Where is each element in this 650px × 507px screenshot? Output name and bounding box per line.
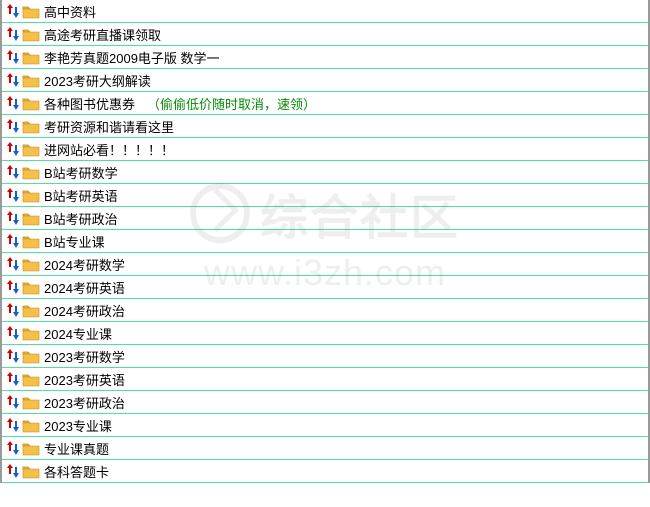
folder-icon <box>22 257 40 272</box>
folder-label: 李艳芳真题2009电子版 数学一 <box>44 48 220 67</box>
sort-arrows-icon[interactable] <box>6 187 20 203</box>
folder-label: 2023考研数学 <box>44 347 125 366</box>
sort-arrows-icon[interactable] <box>6 233 20 249</box>
sort-arrows-icon[interactable] <box>6 118 20 134</box>
folder-icon <box>22 395 40 410</box>
folder-row[interactable]: 高途考研直播课领取 <box>2 23 648 46</box>
folder-row[interactable]: 进网站必看！！！！！ <box>2 138 648 161</box>
folder-row[interactable]: B站考研英语 <box>2 184 648 207</box>
folder-icon <box>22 418 40 433</box>
sort-arrows-icon[interactable] <box>6 256 20 272</box>
folder-icon <box>22 372 40 387</box>
folder-label: 高途考研直播课领取 <box>44 25 161 44</box>
sort-arrows-icon[interactable] <box>6 95 20 111</box>
folder-label: 2024专业课 <box>44 324 112 343</box>
folder-label: 2024考研英语 <box>44 278 125 297</box>
folder-row[interactable]: B站专业课 <box>2 230 648 253</box>
folder-row[interactable]: 2023专业课 <box>2 414 648 437</box>
folder-row[interactable]: 2023考研英语 <box>2 368 648 391</box>
folder-row[interactable]: 各种图书优惠券 （偷偷低价随时取消，速领） <box>2 92 648 115</box>
folder-icon <box>22 464 40 479</box>
folder-row[interactable]: 考研资源和谐请看这里 <box>2 115 648 138</box>
folder-icon <box>22 119 40 134</box>
sort-arrows-icon[interactable] <box>6 440 20 456</box>
folder-row[interactable]: 2024考研英语 <box>2 276 648 299</box>
folder-list: 高中资料高途考研直播课领取李艳芳真题2009电子版 数学一2023考研大纲解读各… <box>0 0 650 483</box>
folder-label: 专业课真题 <box>44 439 109 458</box>
folder-icon <box>22 326 40 341</box>
sort-arrows-icon[interactable] <box>6 348 20 364</box>
folder-label: 2023考研政治 <box>44 393 125 412</box>
folder-label: 2023考研大纲解读 <box>44 71 151 90</box>
folder-row[interactable]: 2023考研数学 <box>2 345 648 368</box>
sort-arrows-icon[interactable] <box>6 3 20 19</box>
folder-label: B站考研政治 <box>44 209 118 228</box>
folder-label: 2024考研数学 <box>44 255 125 274</box>
folder-icon <box>22 441 40 456</box>
folder-icon <box>22 73 40 88</box>
folder-row[interactable]: B站考研政治 <box>2 207 648 230</box>
folder-label: 各科答题卡 <box>44 462 109 481</box>
folder-label: 考研资源和谐请看这里 <box>44 117 174 136</box>
folder-label: B站专业课 <box>44 232 105 251</box>
folder-label: 2023专业课 <box>44 416 112 435</box>
folder-icon <box>22 349 40 364</box>
sort-arrows-icon[interactable] <box>6 463 20 479</box>
folder-icon <box>22 4 40 19</box>
folder-label: 2024考研政治 <box>44 301 125 320</box>
folder-label: B站考研数学 <box>44 163 118 182</box>
sort-arrows-icon[interactable] <box>6 141 20 157</box>
folder-icon <box>22 234 40 249</box>
folder-icon <box>22 27 40 42</box>
folder-label: 进网站必看！！！！！ <box>44 140 174 159</box>
folder-row[interactable]: 2024考研政治 <box>2 299 648 322</box>
folder-row[interactable]: 2023考研大纲解读 <box>2 69 648 92</box>
folder-icon <box>22 211 40 226</box>
folder-icon <box>22 303 40 318</box>
folder-label: 2023考研英语 <box>44 370 125 389</box>
folder-note: （偷偷低价随时取消，速领） <box>147 94 316 113</box>
folder-row[interactable]: B站考研数学 <box>2 161 648 184</box>
sort-arrows-icon[interactable] <box>6 72 20 88</box>
folder-row[interactable]: 专业课真题 <box>2 437 648 460</box>
sort-arrows-icon[interactable] <box>6 164 20 180</box>
folder-icon <box>22 50 40 65</box>
sort-arrows-icon[interactable] <box>6 325 20 341</box>
sort-arrows-icon[interactable] <box>6 279 20 295</box>
folder-row[interactable]: 各科答题卡 <box>2 460 648 483</box>
folder-icon <box>22 280 40 295</box>
sort-arrows-icon[interactable] <box>6 417 20 433</box>
sort-arrows-icon[interactable] <box>6 302 20 318</box>
sort-arrows-icon[interactable] <box>6 49 20 65</box>
sort-arrows-icon[interactable] <box>6 26 20 42</box>
folder-icon <box>22 96 40 111</box>
folder-row[interactable]: 2023考研政治 <box>2 391 648 414</box>
folder-icon <box>22 188 40 203</box>
folder-label: 高中资料 <box>44 2 96 21</box>
sort-arrows-icon[interactable] <box>6 210 20 226</box>
sort-arrows-icon[interactable] <box>6 371 20 387</box>
folder-row[interactable]: 李艳芳真题2009电子版 数学一 <box>2 46 648 69</box>
sort-arrows-icon[interactable] <box>6 394 20 410</box>
folder-row[interactable]: 2024考研数学 <box>2 253 648 276</box>
folder-label: 各种图书优惠券 <box>44 94 135 113</box>
folder-icon <box>22 142 40 157</box>
folder-label: B站考研英语 <box>44 186 118 205</box>
folder-row[interactable]: 2024专业课 <box>2 322 648 345</box>
folder-icon <box>22 165 40 180</box>
folder-row[interactable]: 高中资料 <box>2 0 648 23</box>
